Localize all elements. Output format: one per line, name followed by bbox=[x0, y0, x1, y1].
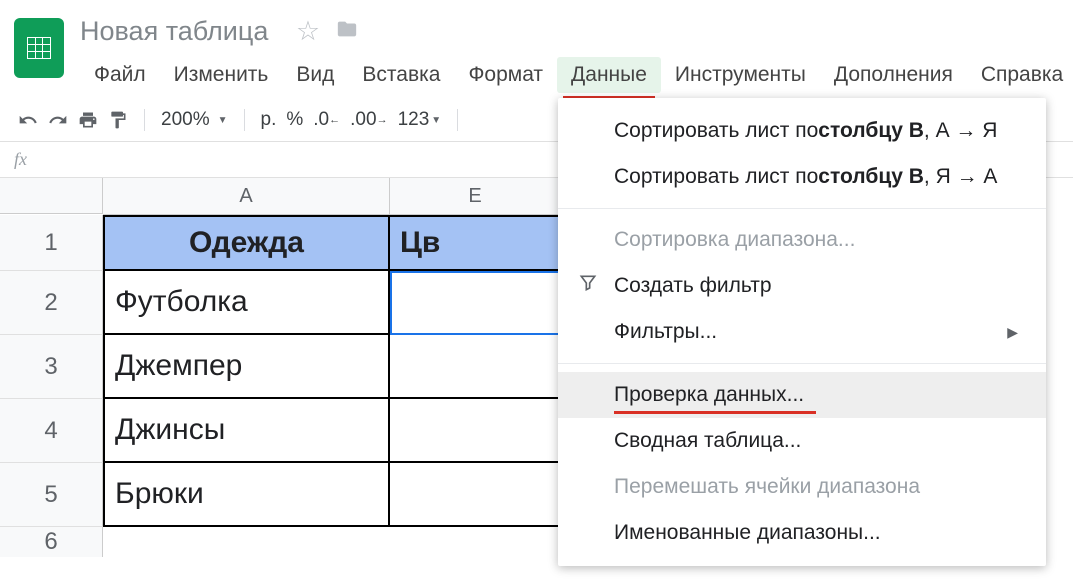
chevron-down-icon: ▼ bbox=[218, 115, 228, 126]
chevron-down-icon: ▼ bbox=[431, 115, 441, 126]
format-currency-button[interactable]: р. bbox=[261, 109, 277, 131]
cell-b5[interactable] bbox=[390, 463, 560, 527]
zoom-selector[interactable]: 200% ▼ bbox=[161, 109, 228, 131]
separator bbox=[144, 109, 145, 131]
data-menu-dropdown: Сортировать лист по столбцу B , А → Я Со… bbox=[558, 98, 1046, 566]
cell-a2[interactable]: Футболка bbox=[103, 271, 390, 335]
select-all-corner[interactable] bbox=[0, 178, 103, 214]
sort-asc-prefix: Сортировать лист по bbox=[614, 119, 818, 143]
paint-format-button[interactable] bbox=[108, 110, 128, 130]
zoom-value: 200% bbox=[161, 109, 210, 131]
row-header-1[interactable]: 1 bbox=[0, 215, 103, 271]
sort-asc-suffix: , А → Я bbox=[924, 119, 998, 143]
sort-col-bold: столбцу B bbox=[818, 119, 924, 143]
chevron-right-icon: ▶ bbox=[1007, 324, 1018, 341]
menu-insert[interactable]: Вставка bbox=[348, 57, 454, 93]
row-header-3[interactable]: 3 bbox=[0, 335, 103, 399]
menu-addons[interactable]: Дополнения bbox=[820, 57, 967, 93]
cell-a1[interactable]: Одежда bbox=[103, 215, 390, 271]
format-percent-button[interactable]: % bbox=[286, 109, 303, 131]
filters-label: Фильтры... bbox=[614, 320, 717, 344]
menu-format[interactable]: Формат bbox=[454, 57, 557, 93]
menu-named-ranges[interactable]: Именованные диапазоны... bbox=[558, 510, 1046, 556]
sort-col-bold: столбцу B bbox=[818, 165, 924, 189]
column-header-b[interactable]: Е bbox=[390, 178, 560, 214]
menu-randomize: Перемешать ячейки диапазона bbox=[558, 464, 1046, 510]
menubar: Файл Изменить Вид Вставка Формат Данные … bbox=[80, 51, 1073, 99]
column-header-a[interactable]: A bbox=[103, 178, 390, 214]
menu-create-filter[interactable]: Создать фильтр bbox=[558, 263, 1046, 309]
document-title[interactable]: Новая таблица ☆ bbox=[80, 10, 1073, 51]
cell-a4[interactable]: Джинсы bbox=[103, 399, 390, 463]
menu-data-label: Данные bbox=[571, 63, 647, 86]
menu-separator bbox=[558, 208, 1046, 209]
cell-b2[interactable] bbox=[390, 271, 560, 335]
sort-desc-prefix: Сортировать лист по bbox=[614, 165, 818, 189]
menu-pivot-table[interactable]: Сводная таблица... bbox=[558, 418, 1046, 464]
separator bbox=[244, 109, 245, 131]
fx-label: fx bbox=[14, 149, 27, 170]
data-validation-label: Проверка данных... bbox=[614, 383, 804, 407]
sort-desc-suffix: , Я → А bbox=[924, 165, 998, 189]
more-formats-label: 123 bbox=[398, 109, 430, 131]
increase-decimal-button[interactable]: .00→ bbox=[350, 109, 387, 131]
cell-b4[interactable] bbox=[390, 399, 560, 463]
decrease-decimal-button[interactable]: .0← bbox=[313, 109, 340, 131]
row-header-2[interactable]: 2 bbox=[0, 271, 103, 335]
menu-sort-desc[interactable]: Сортировать лист по столбцу B , Я → А bbox=[558, 154, 1046, 200]
menu-data[interactable]: Данные bbox=[557, 57, 661, 93]
star-icon[interactable]: ☆ bbox=[296, 16, 320, 47]
row-header-4[interactable]: 4 bbox=[0, 399, 103, 463]
menu-view[interactable]: Вид bbox=[282, 57, 348, 93]
app-header: Новая таблица ☆ Файл Изменить Вид Вставк… bbox=[0, 0, 1073, 99]
sheets-logo bbox=[14, 18, 64, 78]
folder-icon[interactable] bbox=[334, 16, 360, 47]
print-button[interactable] bbox=[78, 110, 98, 130]
menu-sort-range: Сортировка диапазона... bbox=[558, 217, 1046, 263]
row-header-5[interactable]: 5 bbox=[0, 463, 103, 527]
cell-a3[interactable]: Джемпер bbox=[103, 335, 390, 399]
menu-sort-asc[interactable]: Сортировать лист по столбцу B , А → Я bbox=[558, 108, 1046, 154]
menu-tools[interactable]: Инструменты bbox=[661, 57, 820, 93]
redo-button[interactable] bbox=[48, 110, 68, 130]
menu-filters[interactable]: Фильтры... ▶ bbox=[558, 309, 1046, 355]
menu-help[interactable]: Справка bbox=[967, 57, 1073, 93]
menu-edit[interactable]: Изменить bbox=[160, 57, 283, 93]
create-filter-label: Создать фильтр bbox=[614, 274, 772, 298]
title-area: Новая таблица ☆ Файл Изменить Вид Вставк… bbox=[80, 10, 1073, 99]
undo-button[interactable] bbox=[18, 110, 38, 130]
filter-icon bbox=[578, 273, 598, 299]
cell-b3[interactable] bbox=[390, 335, 560, 399]
annotation-underline-icon bbox=[614, 411, 816, 414]
menu-file[interactable]: Файл bbox=[80, 57, 160, 93]
row-header-6[interactable]: 6 bbox=[0, 527, 103, 557]
menu-separator bbox=[558, 363, 1046, 364]
menu-data-validation[interactable]: Проверка данных... bbox=[558, 372, 1046, 418]
cell-b1[interactable]: Цв bbox=[390, 215, 560, 271]
cell-a5[interactable]: Брюки bbox=[103, 463, 390, 527]
document-title-text: Новая таблица bbox=[80, 16, 268, 46]
more-formats-button[interactable]: 123 ▼ bbox=[398, 109, 442, 131]
separator bbox=[457, 109, 458, 131]
